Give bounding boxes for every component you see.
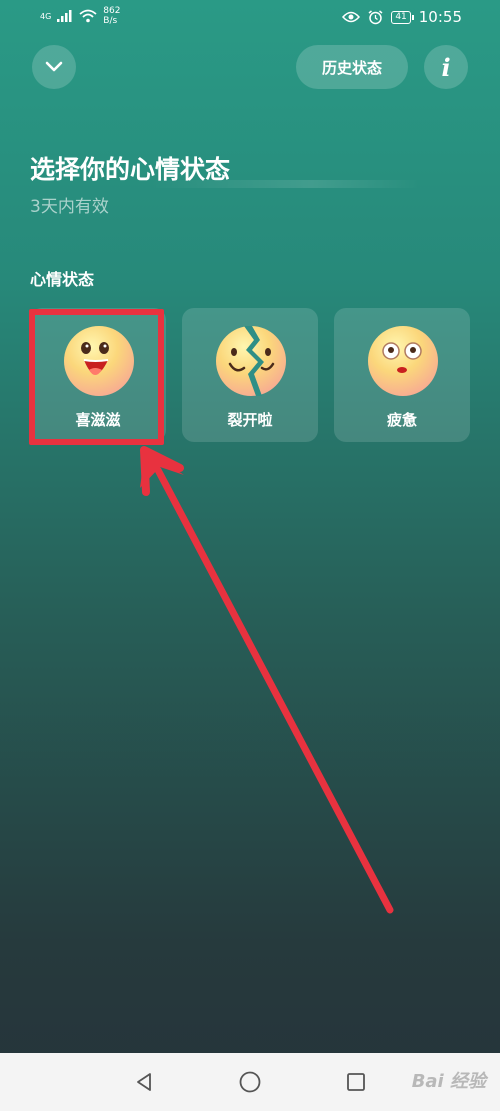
status-right: 41 10:55 <box>342 8 462 26</box>
back-triangle-icon <box>137 1073 151 1091</box>
nav-home-button[interactable] <box>235 1067 265 1097</box>
tired-face-icon <box>368 326 438 396</box>
wifi-icon <box>79 9 97 23</box>
collapse-button[interactable] <box>32 45 76 89</box>
mood-card-tired[interactable]: 疲惫 <box>334 308 470 442</box>
network-speed: 862 B/s <box>103 6 120 26</box>
alarm-icon <box>368 9 383 24</box>
watermark: Bai 经验 <box>411 1071 486 1092</box>
network-type: 4G <box>40 11 52 21</box>
eye-icon <box>342 11 361 23</box>
status-bar: 4G 862 B/s 41 10:55 <box>0 0 500 36</box>
section-label: 心情状态 <box>30 270 95 289</box>
info-button[interactable]: i <box>424 45 468 89</box>
status-left: 4G 862 B/s <box>40 6 120 26</box>
validity-subtitle: 3天内有效 <box>30 197 109 217</box>
signal-icon <box>57 10 72 22</box>
clock-time: 10:55 <box>418 8 462 26</box>
page-title: 选择你的心情状态 <box>30 155 231 184</box>
mood-card-cracked[interactable]: 裂开啦 <box>182 308 318 442</box>
system-nav-bar: Bai 经验 <box>0 1053 500 1111</box>
info-icon: i <box>441 52 451 82</box>
chevron-down-icon <box>45 61 63 72</box>
mood-label-cracked: 裂开啦 <box>227 411 273 429</box>
home-circle-icon <box>239 1071 261 1093</box>
annotation-highlight-box <box>29 309 164 445</box>
nav-recents-button[interactable] <box>341 1067 371 1097</box>
recents-square-icon <box>347 1073 365 1091</box>
cracked-face-icon <box>216 326 286 396</box>
speed-value: 862 <box>103 6 121 16</box>
speed-unit: B/s <box>103 16 118 26</box>
battery-icon: 41 <box>391 10 415 24</box>
mood-label-tired: 疲惫 <box>386 411 417 429</box>
history-status-button[interactable]: 历史状态 <box>296 45 408 89</box>
nav-back-button[interactable] <box>129 1067 159 1097</box>
